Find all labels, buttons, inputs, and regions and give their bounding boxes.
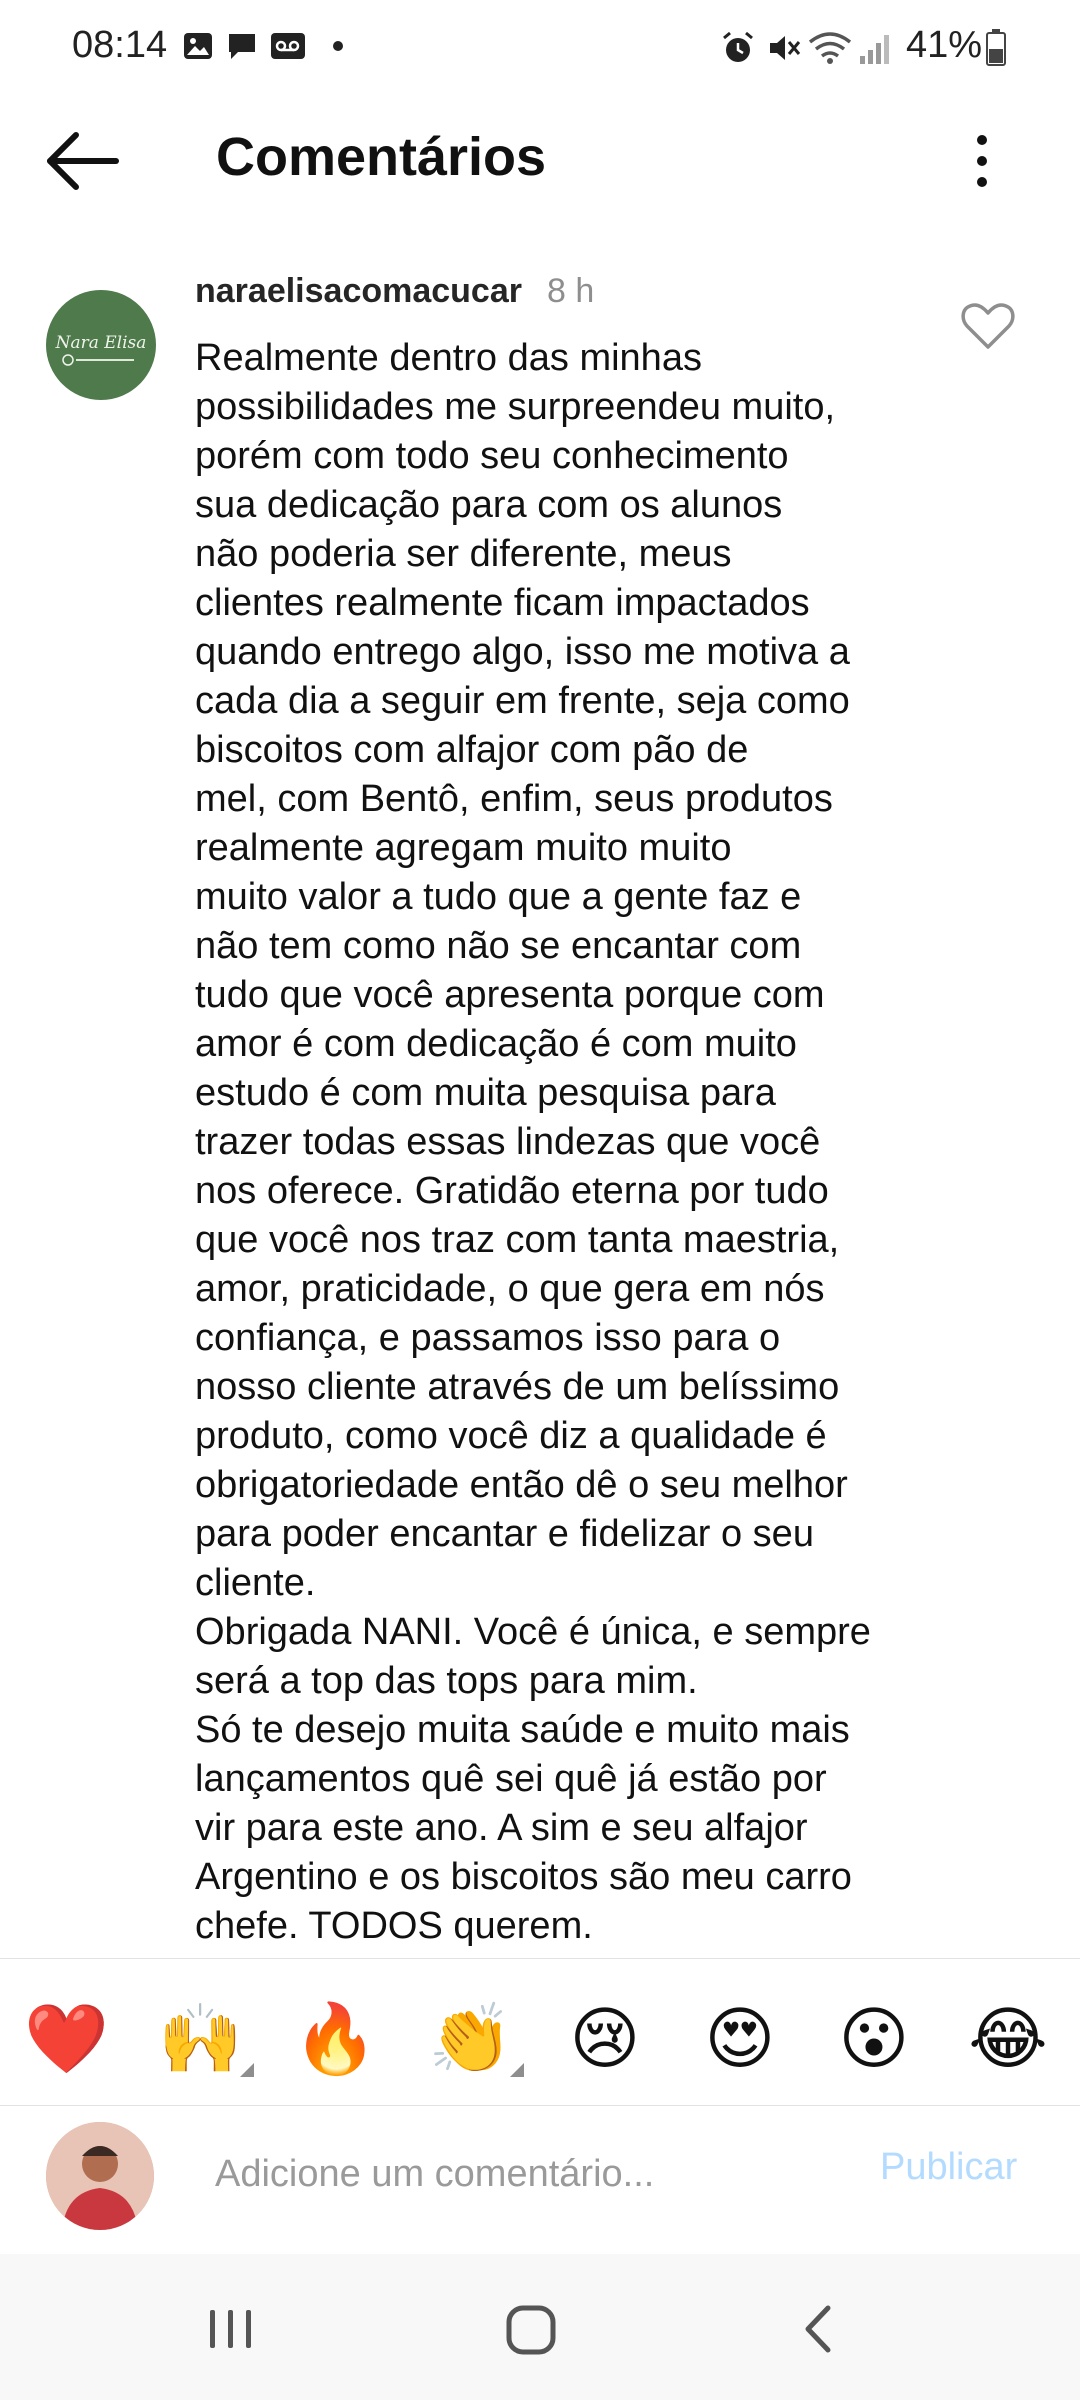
skin-tone-indicator [510,2063,524,2077]
comment-input[interactable] [215,2142,855,2206]
more-vertical-icon [977,135,987,187]
arrow-left-icon [47,132,119,190]
reaction-clapping-hands[interactable]: 👏 [428,1999,513,2079]
image-icon [184,33,212,59]
reaction-tears-of-joy[interactable]: 😂 [966,1999,1050,2079]
back-button[interactable] [36,126,126,196]
home-icon [506,2305,556,2355]
reaction-heart[interactable]: ❤️ [24,1999,109,2079]
voicemail-icon [271,33,305,59]
status-bar: 08:14 41% [0,0,1080,96]
reaction-heart-eyes[interactable]: 😍 [698,1999,782,2079]
alarm-icon [723,31,753,62]
skin-tone-indicator [240,2063,254,2077]
status-time: 08:14 [72,24,168,66]
battery-percent: 41% [906,24,983,66]
reaction-fire[interactable]: 🔥 [293,1999,378,2079]
comment-username[interactable]: naraelisacomacucar [195,272,522,311]
quick-reactions-bar: ❤️ 🙌 🔥 👏 😢 😍 😮 😂 [0,1958,1080,2106]
home-button[interactable] [486,2294,576,2364]
system-navigation-bar [0,2254,1080,2400]
comment-text: Realmente dentro das minhas possibilidad… [195,337,871,1947]
more-options-button[interactable] [960,126,1004,196]
heart-outline-icon [961,303,1015,349]
reaction-crying-face[interactable]: 😢 [563,1999,647,2079]
current-user-avatar[interactable] [46,2122,154,2230]
reaction-raising-hands[interactable]: 🙌 [158,1999,243,2079]
message-icon [229,34,255,59]
recent-apps-icon [210,2310,251,2348]
page-title: Comentários [216,127,547,187]
avatar-logo-text: Nara Elisa [55,333,147,353]
like-button[interactable] [960,302,1016,352]
reaction-surprised-face[interactable]: 😮 [832,1999,916,2079]
add-comment-bar: Publicar [0,2104,1080,2254]
wifi-icon [808,32,852,64]
battery-icon [986,29,1006,66]
system-back-button[interactable] [776,2294,866,2364]
publish-button[interactable]: Publicar [880,2146,1017,2189]
chevron-left-icon [805,2305,831,2353]
signal-icon [860,35,889,64]
avatar[interactable]: Nara Elisa [46,290,156,400]
header: Comentários [0,96,1080,232]
comment-time: 8 h [547,272,595,310]
mute-icon [770,36,801,60]
recent-apps-button[interactable] [186,2294,276,2364]
dot-icon [333,41,343,51]
